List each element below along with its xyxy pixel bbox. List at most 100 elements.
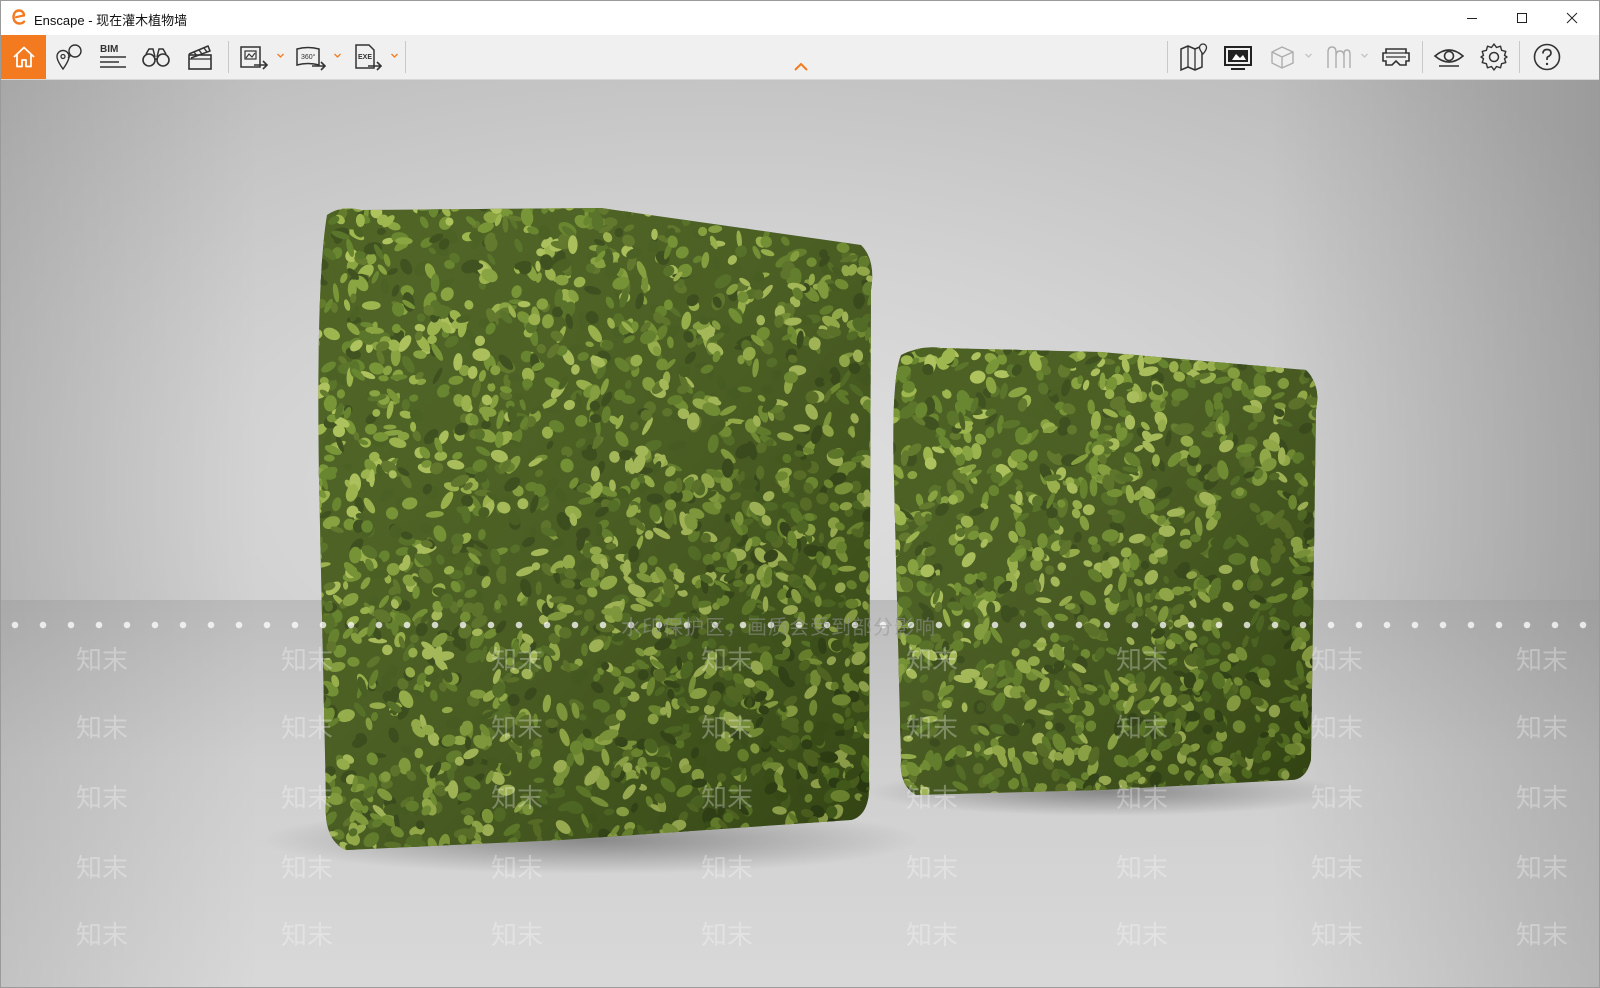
map-button[interactable] [1175,35,1213,79]
watermark-mark: 知末 [491,713,544,743]
maximize-button[interactable] [1497,1,1547,35]
views-button[interactable] [51,35,87,79]
collapse-toolbar-button[interactable] [791,59,811,75]
leaf [956,347,969,349]
leaf [1331,501,1345,512]
leaf [1229,347,1238,354]
leaf [872,734,894,751]
watermark-mark: 知末 [1116,645,1169,675]
settings-button[interactable] [1475,35,1513,79]
leaf [1335,596,1346,606]
leaf [872,810,889,819]
vr-button[interactable] [1377,35,1415,79]
leaf [881,238,892,248]
leaf [869,208,873,215]
leaf [1038,347,1050,352]
leaf [769,194,788,204]
view-settings-button[interactable] [1429,35,1469,79]
leaf [893,706,898,716]
leaf [902,334,918,347]
leaf [883,320,898,335]
bim-button[interactable]: BIM [95,35,131,79]
leaf [1244,354,1257,363]
leaf [893,583,895,599]
chevron-down-icon[interactable] [276,51,285,60]
title-separator: - [84,13,97,28]
leaf [882,292,903,308]
leaf [717,208,735,217]
leaf [998,334,1010,346]
leaf [818,185,831,199]
leaf [871,696,873,708]
chevron-down-icon[interactable] [1304,51,1313,60]
binoculars-button[interactable] [138,35,174,79]
leaf [921,325,935,339]
leaf [575,187,585,194]
leaf [834,227,850,239]
exe-export-button[interactable]: EXE [351,35,385,79]
leaf [891,321,902,331]
leaf [318,325,320,338]
leaf [894,287,907,300]
leaf [1328,469,1342,481]
watermark-mark: 知末 [1516,783,1569,813]
leaf [892,333,906,345]
chevron-down-icon[interactable] [1360,51,1369,60]
leaf [893,678,898,688]
leaf [449,192,469,208]
leaf [811,208,824,220]
bim-label: BIM [100,44,118,55]
leaf [293,752,315,769]
leaf [318,224,324,239]
leaf [885,808,903,826]
home-button[interactable] [1,35,46,79]
watermark-mark: 知末 [906,645,959,675]
minimize-button[interactable] [1447,1,1497,35]
leaf [1316,322,1333,340]
leaf [876,737,894,759]
leaf [299,214,312,228]
leaf [777,188,798,205]
leaf [878,383,888,393]
leaf [1308,349,1318,355]
bim-icon: BIM [100,44,126,68]
leaf [878,213,895,228]
leaf [676,208,688,209]
visual-settings-button[interactable] [1219,35,1257,79]
title-bar[interactable]: Enscape - 现在灌木植物墙 [1,1,1599,35]
leaf [299,489,311,500]
leaf [1316,500,1318,510]
leaf [423,192,434,203]
render-viewport[interactable]: 水印保护区，画质会受到部分影响 知末 知末 知末 知末 知末 知末 知末 知末 知末 知末 知末 知末… [1,80,1599,987]
leaf [876,339,885,355]
leaf [1334,413,1344,429]
leaf [670,192,685,208]
leaf [893,653,899,663]
panorama-export-button[interactable]: 360° [293,35,329,79]
asset-library-button[interactable] [1321,35,1355,79]
leaf [754,215,767,227]
leaf [296,430,308,440]
chevron-down-icon[interactable] [390,51,399,60]
leaf [623,185,635,198]
leaf [559,182,574,203]
leaf [476,186,489,199]
leaf [1332,333,1345,350]
help-button[interactable] [1527,35,1567,79]
leaf [362,189,375,205]
chevron-down-icon[interactable] [333,51,342,60]
leaf [297,263,312,270]
leaf [1318,373,1335,394]
watermark-mark: 知末 [281,713,334,743]
leaf [318,564,320,576]
leaf [1326,389,1337,410]
watermark-mark: 知末 [491,783,544,813]
leaf [334,197,350,207]
watermark-mark: 知末 [1116,783,1169,813]
material-button[interactable] [1265,35,1299,79]
leaf [418,193,437,205]
close-button[interactable] [1547,1,1597,35]
video-editor-button[interactable] [182,35,218,79]
leaf [893,715,894,728]
screenshot-export-button[interactable] [237,35,271,79]
